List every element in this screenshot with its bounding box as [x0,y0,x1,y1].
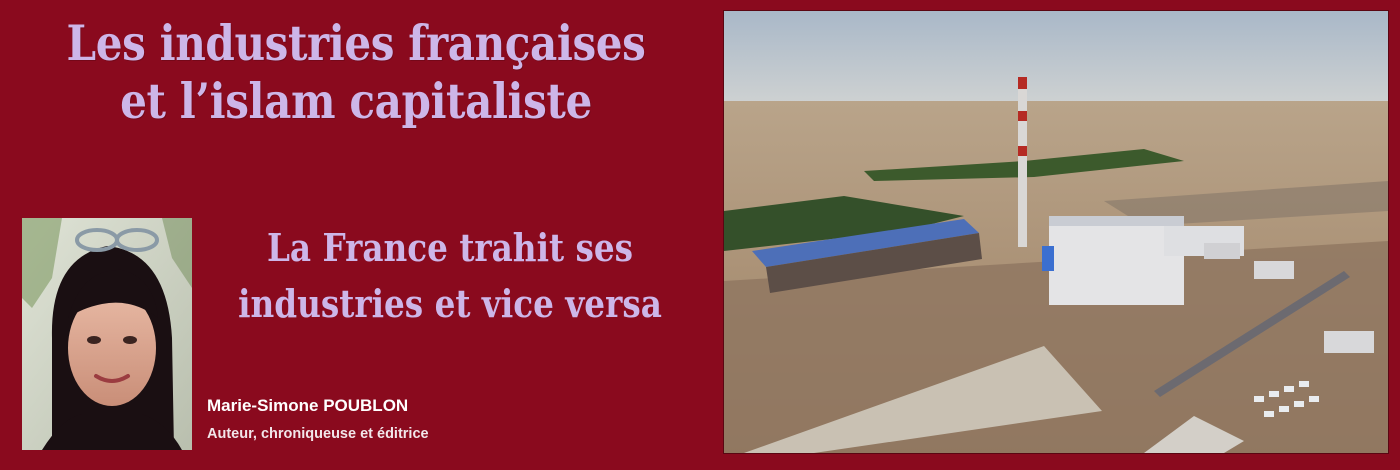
industrial-plant-aerial-photo [723,10,1389,454]
subtitle-line-2: industries et vice versa [238,281,662,326]
author-portrait-photo [22,218,192,450]
banner: Les industries françaises et l’islam cap… [0,0,1400,470]
headline: Les industries françaises et l’islam cap… [55,14,657,130]
subtitle: La France trahit ses industries et vice … [226,220,673,332]
headline-line-1: Les industries françaises [66,14,646,72]
subtitle-line-1: La France trahit ses [266,225,634,270]
author-role: Auteur, chroniqueuse et éditrice [207,426,429,442]
headline-line-2: et l’islam capitaliste [120,72,592,130]
author-name: Marie-Simone POUBLON [207,396,409,415]
